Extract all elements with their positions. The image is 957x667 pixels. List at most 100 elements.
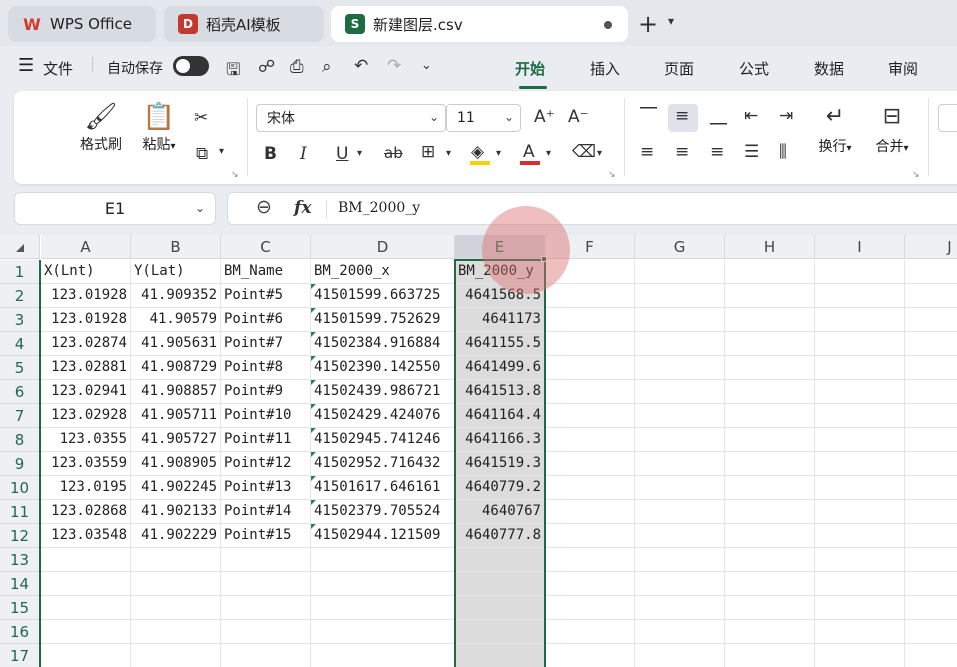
cell-a9[interactable]: 123.03559	[41, 452, 131, 476]
align-top-icon[interactable]: ⎺	[640, 106, 657, 126]
cell-g4[interactable]	[635, 332, 725, 356]
cell-j10[interactable]	[905, 476, 957, 500]
bold-button[interactable]: B	[264, 144, 277, 164]
cell-i6[interactable]	[815, 380, 905, 404]
cell-i3[interactable]	[815, 308, 905, 332]
tab-formula[interactable]: 公式	[739, 58, 769, 79]
cell-f5[interactable]	[545, 356, 635, 380]
borders-dropdown-icon[interactable]: ▾	[446, 148, 451, 159]
cell-j14[interactable]	[905, 572, 957, 596]
cell-f4[interactable]	[545, 332, 635, 356]
cell-g5[interactable]	[635, 356, 725, 380]
cell-a12[interactable]: 123.03548	[41, 524, 131, 548]
cell-j6[interactable]	[905, 380, 957, 404]
unsaved-dot-icon[interactable]	[604, 21, 612, 29]
cell-g8[interactable]	[635, 428, 725, 452]
cell-g6[interactable]	[635, 380, 725, 404]
cell-c17[interactable]	[221, 644, 311, 667]
cell-j3[interactable]	[905, 308, 957, 332]
cell-i16[interactable]	[815, 620, 905, 644]
tab-insert[interactable]: 插入	[590, 58, 620, 79]
borders-icon[interactable]: ⊞	[421, 142, 435, 162]
cell-d10[interactable]: 41501617.646161	[311, 476, 455, 500]
underline-button[interactable]: U	[336, 144, 348, 164]
print-icon[interactable]: ⎙	[290, 57, 304, 77]
cell-a6[interactable]: 123.02941	[41, 380, 131, 404]
cell-a2[interactable]: 123.01928	[41, 284, 131, 308]
cell-i9[interactable]	[815, 452, 905, 476]
font-name-select[interactable]: 宋体 ⌄	[256, 104, 446, 132]
column-header-d[interactable]: D	[311, 235, 455, 259]
tab-wps-office[interactable]: W WPS Office	[8, 6, 156, 42]
tab-list-chevron-icon[interactable]: ▾	[668, 14, 674, 28]
cell-c13[interactable]	[221, 548, 311, 572]
column-header-h[interactable]: H	[725, 235, 815, 259]
cell-g15[interactable]	[635, 596, 725, 620]
align-center-icon[interactable]: ≡	[675, 142, 689, 162]
cell-d8[interactable]: 41502945.741246	[311, 428, 455, 452]
cell-a15[interactable]	[41, 596, 131, 620]
row-header-8[interactable]: 8	[0, 428, 40, 452]
undo-icon[interactable]: ↶	[354, 56, 368, 76]
row-header-7[interactable]: 7	[0, 404, 40, 428]
cell-b4[interactable]: 41.905631	[131, 332, 221, 356]
strikethrough-button[interactable]: ab	[384, 144, 403, 162]
row-header-17[interactable]: 17	[0, 644, 40, 667]
cell-i17[interactable]	[815, 644, 905, 667]
cell-f7[interactable]	[545, 404, 635, 428]
cell-c10[interactable]: Point#13	[221, 476, 311, 500]
cell-c3[interactable]: Point#6	[221, 308, 311, 332]
cell-f3[interactable]	[545, 308, 635, 332]
cell-d1[interactable]: BM_2000_x	[311, 260, 455, 284]
cell-i12[interactable]	[815, 524, 905, 548]
cell-h1[interactable]	[725, 260, 815, 284]
column-header-a[interactable]: A	[41, 235, 131, 259]
cell-h4[interactable]	[725, 332, 815, 356]
save-icon[interactable]: 🖫	[226, 57, 240, 86]
clipboard-launcher-icon[interactable]: ↘	[231, 170, 239, 180]
wrap-text-button[interactable]: ↵ 换行▾	[812, 104, 858, 156]
formula-bar[interactable]: ⊖ fx BM_2000_y	[227, 192, 957, 225]
row-header-1[interactable]: 1	[0, 260, 40, 284]
row-header-15[interactable]: 15	[0, 596, 40, 620]
cell-f10[interactable]	[545, 476, 635, 500]
cell-g10[interactable]	[635, 476, 725, 500]
cell-d6[interactable]: 41502439.986721	[311, 380, 455, 404]
font-color-dropdown-icon[interactable]: ▾	[546, 148, 551, 159]
align-left-icon[interactable]: ≡	[640, 142, 654, 162]
underline-dropdown-icon[interactable]: ▾	[357, 148, 362, 159]
tab-csv-file[interactable]: S 新建图层.csv	[331, 6, 628, 42]
cell-g16[interactable]	[635, 620, 725, 644]
cell-i11[interactable]	[815, 500, 905, 524]
row-header-14[interactable]: 14	[0, 572, 40, 596]
new-tab-plus-icon[interactable]: +	[638, 10, 658, 38]
cell-f14[interactable]	[545, 572, 635, 596]
align-right-icon[interactable]: ≡	[710, 142, 724, 162]
paste-button[interactable]: 📋 粘贴▾	[137, 102, 181, 154]
cell-j11[interactable]	[905, 500, 957, 524]
cell-g3[interactable]	[635, 308, 725, 332]
cell-c15[interactable]	[221, 596, 311, 620]
cell-g17[interactable]	[635, 644, 725, 667]
justify-icon[interactable]: ☰	[744, 142, 759, 162]
cell-d7[interactable]: 41502429.424076	[311, 404, 455, 428]
cell-b10[interactable]: 41.902245	[131, 476, 221, 500]
spreadsheet-grid[interactable]: A B C D E F G H I J 1 X(Lnt) Y(Lat) BM_Name BM_2000_x B…	[0, 235, 957, 667]
cell-h15[interactable]	[725, 596, 815, 620]
cell-f11[interactable]	[545, 500, 635, 524]
cell-b5[interactable]: 41.908729	[131, 356, 221, 380]
cell-c2[interactable]: Point#5	[221, 284, 311, 308]
cell-a17[interactable]	[41, 644, 131, 667]
column-header-i[interactable]: I	[815, 235, 905, 259]
cell-f2[interactable]	[545, 284, 635, 308]
cell-c1[interactable]: BM_Name	[221, 260, 311, 284]
cell-a13[interactable]	[41, 548, 131, 572]
cell-h3[interactable]	[725, 308, 815, 332]
cell-a16[interactable]	[41, 620, 131, 644]
cell-d16[interactable]	[311, 620, 455, 644]
hamburger-menu-icon[interactable]: ☰	[18, 55, 34, 76]
alignment-launcher-icon[interactable]: ↘	[912, 170, 920, 180]
cell-g9[interactable]	[635, 452, 725, 476]
row-header-6[interactable]: 6	[0, 380, 40, 404]
cell-f8[interactable]	[545, 428, 635, 452]
